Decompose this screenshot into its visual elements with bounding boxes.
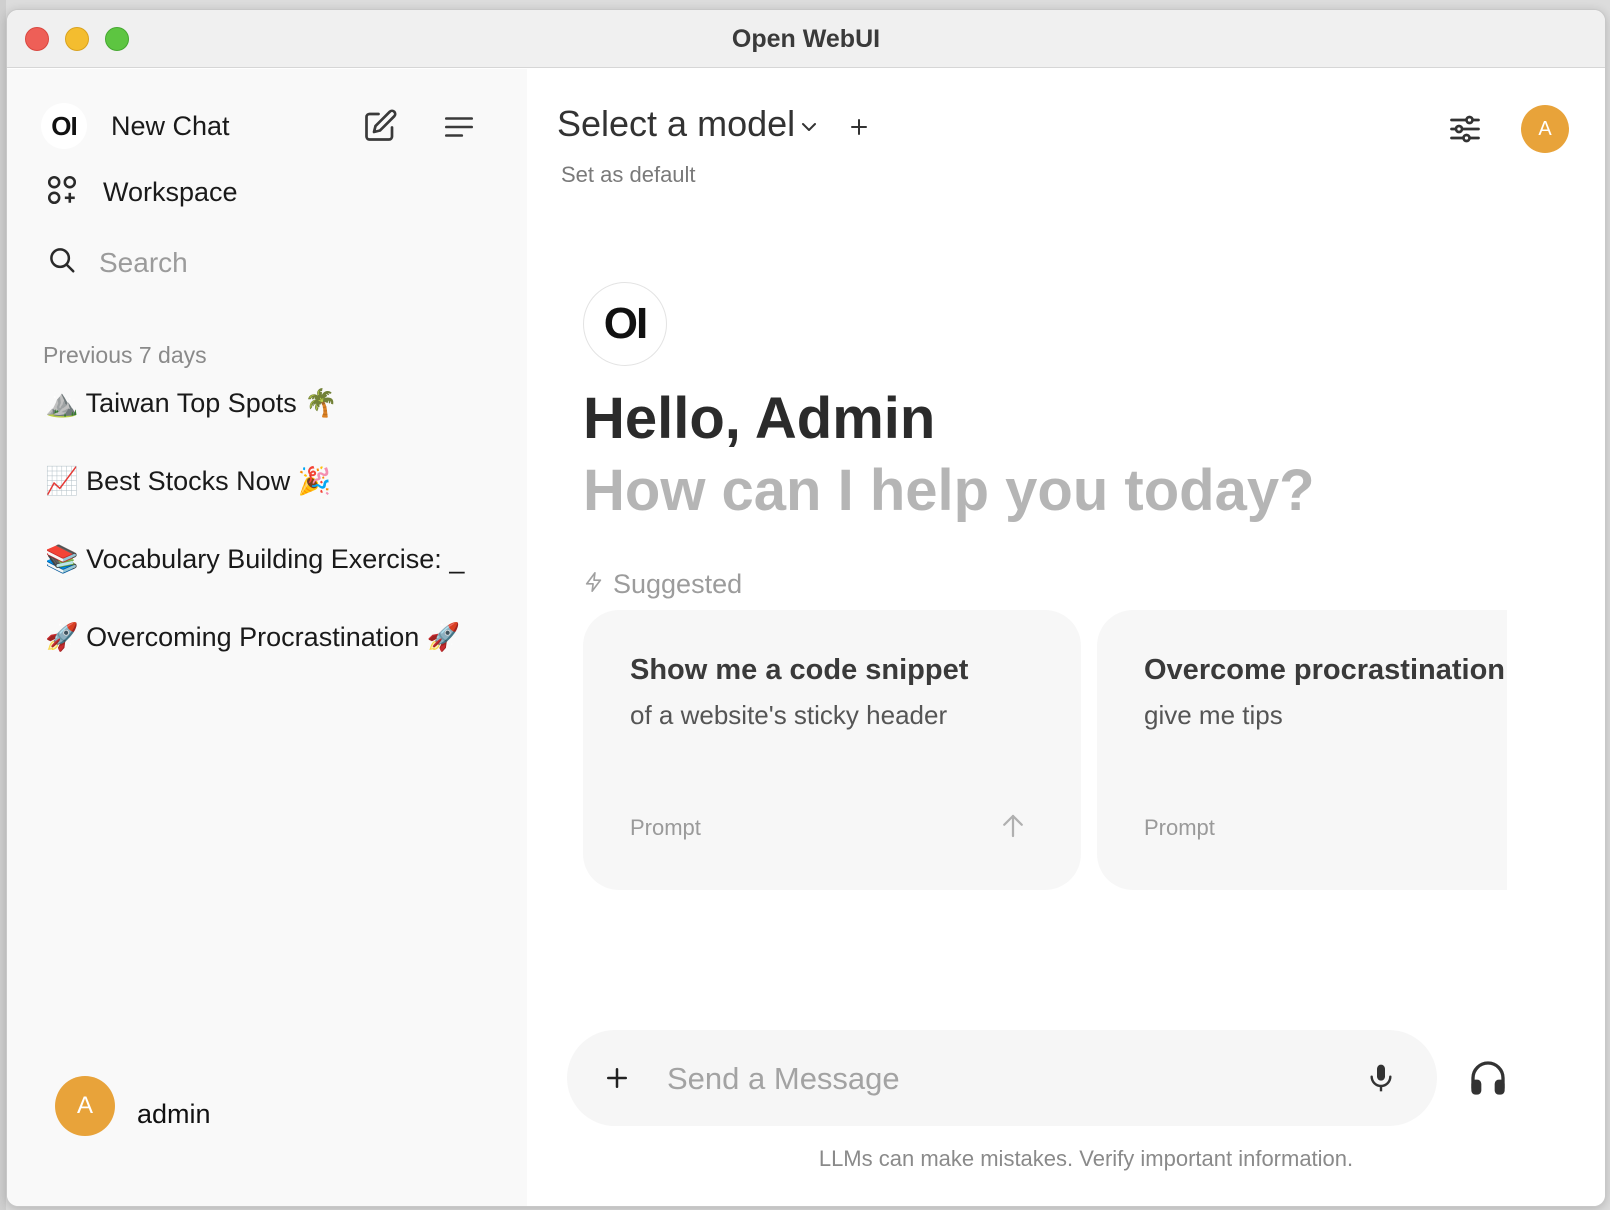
user-name[interactable]: admin	[137, 1099, 211, 1130]
add-model-plus-icon[interactable]	[843, 111, 875, 143]
microphone-icon[interactable]	[1361, 1058, 1401, 1098]
arrow-up-icon[interactable]	[998, 811, 1028, 846]
suggestion-tag: Prompt	[1144, 815, 1215, 840]
disclaimer-text: LLMs can make mistakes. Verify important…	[818, 1146, 1354, 1171]
chat-item[interactable]: 📈 Best Stocks Now 🎉	[45, 465, 490, 497]
greeting-heading: Hello, Admin	[583, 386, 936, 451]
zap-icon	[583, 569, 605, 600]
main-panel: Select a model Set as default A OI Hello…	[527, 69, 1605, 1206]
suggestion-tag: Prompt	[630, 815, 701, 840]
model-logo: OI	[583, 282, 667, 366]
search-icon	[47, 245, 77, 280]
model-selector[interactable]: Select a model	[557, 103, 795, 145]
app-window: Open WebUI OI New Chat Workspace Search …	[6, 9, 1606, 1207]
title-bar: Open WebUI	[7, 10, 1605, 68]
suggestion-cards: Show me a code snippet of a website's st…	[583, 610, 1507, 892]
app-logo: OI	[41, 103, 87, 149]
new-chat-label: New Chat	[111, 110, 230, 141]
header-user-avatar[interactable]: A	[1521, 105, 1569, 153]
suggestion-title: Overcome procrastination	[1144, 654, 1505, 686]
set-as-default-link[interactable]: Set as default	[561, 162, 696, 188]
controls-sliders-icon[interactable]	[1445, 109, 1485, 149]
compose-icon[interactable]	[359, 105, 401, 147]
user-avatar[interactable]: A	[55, 1076, 115, 1136]
workspace-label: Workspace	[103, 177, 238, 207]
attach-plus-icon[interactable]	[599, 1060, 635, 1096]
workspace-grid-icon	[45, 173, 79, 212]
suggested-label: Suggested	[613, 569, 743, 599]
suggestion-card[interactable]: Overcome procrastination give me tips Pr…	[1097, 610, 1507, 890]
greeting-subtitle: How can I help you today?	[583, 458, 1315, 523]
window-title: Open WebUI	[731, 25, 881, 53]
menu-lines-icon[interactable]	[439, 107, 479, 147]
suggestion-subtitle: give me tips	[1144, 700, 1283, 730]
headphones-icon[interactable]	[1465, 1055, 1511, 1101]
suggested-heading: Suggested	[583, 569, 742, 600]
chat-item[interactable]: 🚀 Overcoming Procrastination 🚀	[45, 621, 490, 653]
new-chat-row[interactable]: OI New Chat	[41, 103, 230, 149]
workspace-nav[interactable]: Workspace	[45, 173, 238, 212]
chat-item[interactable]: ⛰️ Taiwan Top Spots 🌴	[45, 387, 490, 419]
suggestion-subtitle: of a website's sticky header	[630, 700, 948, 730]
suggestion-title: Show me a code snippet	[630, 654, 969, 686]
suggestion-card[interactable]: Show me a code snippet of a website's st…	[583, 610, 1081, 890]
sidebar: OI New Chat Workspace Search Previous 7 …	[7, 69, 527, 1206]
message-input[interactable]	[667, 1054, 1317, 1104]
chevron-down-icon[interactable]	[793, 111, 825, 143]
chat-item[interactable]: 📚 Vocabulary Building Exercise: _	[45, 543, 490, 575]
chat-section-heading: Previous 7 days	[43, 342, 207, 368]
search-input[interactable]: Search	[99, 247, 188, 279]
search-row[interactable]: Search	[47, 245, 188, 280]
